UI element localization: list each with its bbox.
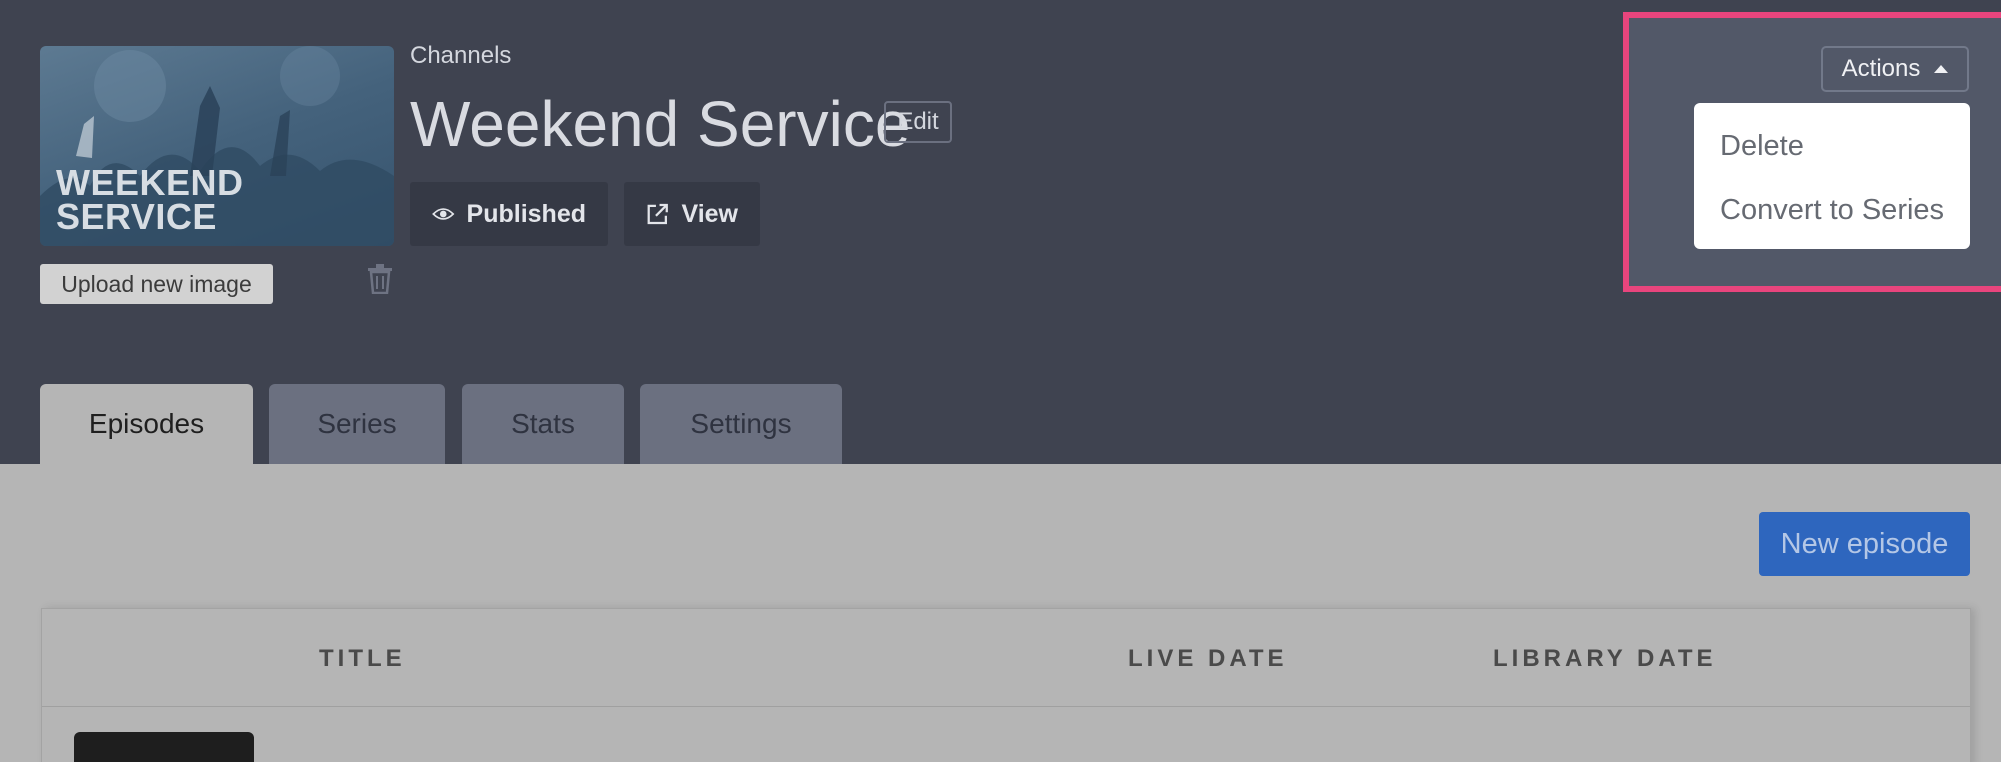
caret-up-icon <box>1934 65 1949 73</box>
new-episode-button[interactable]: New episode <box>1759 512 1970 576</box>
column-header-title[interactable]: TITLE <box>319 645 406 673</box>
eye-icon <box>432 208 455 220</box>
thumbnail-text-line2: SERVICE <box>56 196 217 237</box>
tab-series[interactable]: Series <box>269 384 445 464</box>
edit-title-button[interactable]: Edit <box>884 101 952 143</box>
column-header-live-date[interactable]: LIVE DATE <box>1128 645 1288 673</box>
table-header: TITLE LIVE DATE LIBRARY DATE <box>42 609 1970 707</box>
upload-image-button[interactable]: Upload new image <box>40 264 273 304</box>
column-header-library-date[interactable]: LIBRARY DATE <box>1493 645 1717 673</box>
thumbnail-text-line1: WEEKEND <box>56 162 244 203</box>
external-link-icon <box>647 203 668 225</box>
trash-icon[interactable] <box>366 264 394 294</box>
actions-dropdown-menu: Delete Convert to Series <box>1694 103 1970 249</box>
tab-episodes[interactable]: Episodes <box>40 384 253 464</box>
page: WEEKEND SERVICE Upload new image Channel… <box>0 0 2001 762</box>
tab-stats[interactable]: Stats <box>462 384 624 464</box>
view-label: View <box>681 199 738 228</box>
tab-settings[interactable]: Settings <box>640 384 842 464</box>
view-button[interactable]: View <box>624 182 760 246</box>
published-status-button[interactable]: Published <box>410 182 608 246</box>
page-title: Weekend Service <box>410 88 911 160</box>
episode-thumbnail[interactable] <box>74 732 254 762</box>
channel-thumbnail: WEEKEND SERVICE <box>40 46 394 246</box>
channel-header: WEEKEND SERVICE Upload new image Channel… <box>0 0 2001 464</box>
published-label: Published <box>466 199 586 228</box>
breadcrumb-channels[interactable]: Channels <box>410 42 511 70</box>
actions-button[interactable]: Actions <box>1821 46 1969 92</box>
menu-item-delete[interactable]: Delete <box>1694 119 1970 183</box>
actions-label: Actions <box>1841 55 1921 82</box>
menu-item-convert-to-series[interactable]: Convert to Series <box>1694 183 1970 247</box>
episodes-table: TITLE LIVE DATE LIBRARY DATE <box>41 608 1971 762</box>
